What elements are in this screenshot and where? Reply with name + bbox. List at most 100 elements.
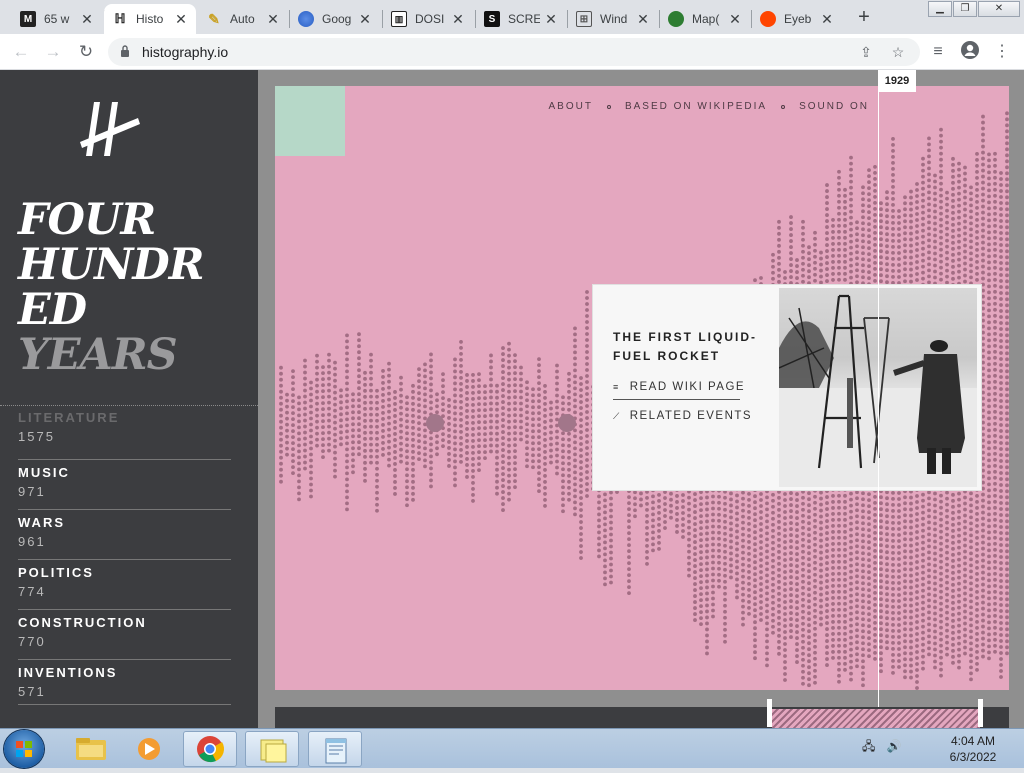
event-dot[interactable] <box>705 627 709 632</box>
event-dot[interactable] <box>849 233 853 238</box>
event-dot[interactable] <box>639 503 643 508</box>
event-dot[interactable] <box>747 587 751 592</box>
event-dot[interactable] <box>693 492 697 496</box>
event-dot[interactable] <box>411 407 415 412</box>
event-dot[interactable] <box>309 386 313 391</box>
event-dot[interactable] <box>771 624 775 629</box>
event-dot[interactable] <box>915 668 919 672</box>
event-dot[interactable] <box>597 536 601 541</box>
event-dot[interactable] <box>705 645 709 650</box>
event-dot[interactable] <box>405 467 409 472</box>
event-dot[interactable] <box>933 275 937 280</box>
event-dot[interactable] <box>819 538 823 543</box>
event-dot[interactable] <box>375 478 379 483</box>
event-dot[interactable] <box>963 513 967 518</box>
event-dot[interactable] <box>735 571 739 576</box>
event-dot[interactable] <box>561 503 565 508</box>
event-dot[interactable] <box>759 540 763 544</box>
event-dot[interactable] <box>555 387 559 392</box>
event-dot[interactable] <box>831 218 835 222</box>
event-dot[interactable] <box>897 665 901 669</box>
event-dot[interactable] <box>729 551 733 556</box>
event-dot[interactable] <box>627 585 631 590</box>
event-dot[interactable] <box>891 538 895 543</box>
event-dot[interactable] <box>603 504 607 509</box>
event-dot[interactable] <box>693 594 697 598</box>
event-dot[interactable] <box>927 526 931 531</box>
event-dot[interactable] <box>375 394 379 399</box>
event-dot[interactable] <box>507 485 511 490</box>
event-dot[interactable] <box>381 399 385 403</box>
event-dot[interactable] <box>357 338 361 343</box>
event-dot[interactable] <box>753 542 757 547</box>
event-dot[interactable] <box>813 614 817 619</box>
event-dot[interactable] <box>477 456 481 461</box>
event-dot[interactable] <box>651 536 655 541</box>
event-dot[interactable] <box>513 431 517 436</box>
event-dot[interactable] <box>705 525 709 530</box>
event-dot[interactable] <box>867 528 871 532</box>
event-dot[interactable] <box>861 215 865 220</box>
event-dot[interactable] <box>501 352 505 356</box>
event-dot[interactable] <box>375 508 379 513</box>
event-dot[interactable] <box>813 620 817 625</box>
event-dot[interactable] <box>771 576 775 581</box>
event-dot[interactable] <box>915 278 919 282</box>
event-dot[interactable] <box>351 392 355 397</box>
event-dot[interactable] <box>399 459 403 464</box>
event-dot[interactable] <box>795 492 799 496</box>
event-dot[interactable] <box>585 452 589 456</box>
event-dot[interactable] <box>909 273 913 278</box>
event-dot[interactable] <box>399 405 403 410</box>
event-dot[interactable] <box>495 443 499 448</box>
event-dot[interactable] <box>921 522 925 527</box>
event-dot[interactable] <box>357 398 361 403</box>
event-dot[interactable] <box>963 549 967 554</box>
event-dot[interactable] <box>903 615 907 620</box>
event-dot[interactable] <box>861 593 865 598</box>
event-dot[interactable] <box>819 622 823 627</box>
event-dot[interactable] <box>669 509 673 514</box>
event-dot[interactable] <box>381 387 385 391</box>
event-dot[interactable] <box>867 222 871 226</box>
event-dot[interactable] <box>723 579 727 584</box>
event-dot[interactable] <box>891 670 895 675</box>
event-dot[interactable] <box>741 592 745 597</box>
event-dot[interactable] <box>345 489 349 494</box>
event-dot[interactable] <box>375 460 379 465</box>
event-dot[interactable] <box>873 200 877 205</box>
event-dot[interactable] <box>513 479 517 484</box>
event-dot[interactable] <box>609 580 613 585</box>
event-dot[interactable] <box>711 524 715 529</box>
event-dot[interactable] <box>945 514 949 519</box>
event-dot[interactable] <box>579 508 583 512</box>
event-dot[interactable] <box>459 459 463 464</box>
event-dot[interactable] <box>771 540 775 545</box>
event-dot[interactable] <box>375 496 379 501</box>
event-dot[interactable] <box>801 513 805 518</box>
event-dot[interactable] <box>429 394 433 399</box>
event-dot[interactable] <box>963 537 967 542</box>
event-dot[interactable] <box>951 492 955 497</box>
event-dot[interactable] <box>765 597 769 602</box>
event-dot[interactable] <box>303 454 307 459</box>
event-dot[interactable] <box>297 485 301 490</box>
event-dot[interactable] <box>549 412 553 417</box>
event-dot[interactable] <box>915 260 919 264</box>
event-dot[interactable] <box>471 475 475 479</box>
event-dot[interactable] <box>477 420 481 425</box>
event-dot[interactable] <box>897 623 901 627</box>
event-dot[interactable] <box>873 176 877 181</box>
event-dot[interactable] <box>837 667 841 672</box>
event-dot[interactable] <box>837 223 841 228</box>
event-dot[interactable] <box>375 454 379 459</box>
event-dot[interactable] <box>699 616 703 621</box>
event-dot[interactable] <box>915 578 919 582</box>
event-dot[interactable] <box>843 205 847 210</box>
event-dot[interactable] <box>453 441 457 446</box>
event-dot[interactable] <box>345 339 349 344</box>
event-dot[interactable] <box>735 523 739 528</box>
event-dot[interactable] <box>597 494 601 499</box>
event-dot[interactable] <box>927 274 931 279</box>
event-dot[interactable] <box>801 243 805 248</box>
